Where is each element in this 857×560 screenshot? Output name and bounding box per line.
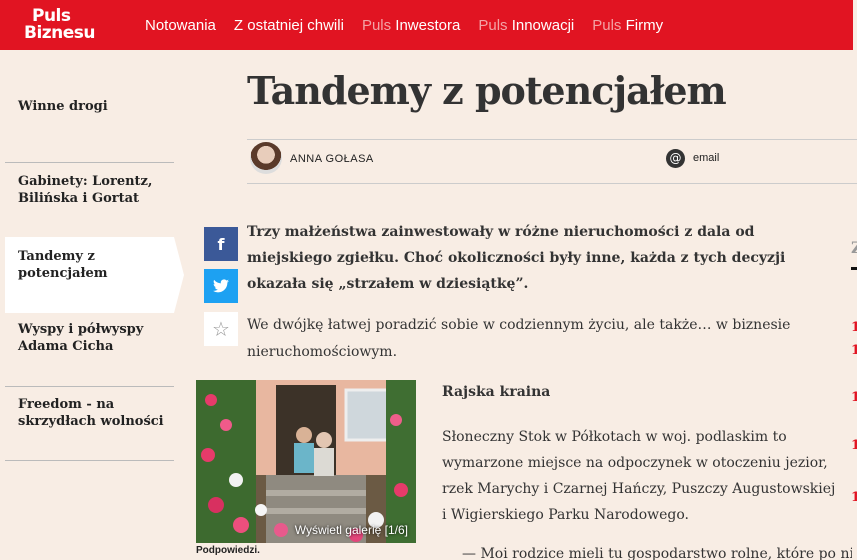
- author-avatar[interactable]: [250, 142, 282, 174]
- facebook-share-button[interactable]: f: [204, 227, 238, 261]
- article-paragraph: We dwójkę łatwej poradzić sobie w codzie…: [247, 317, 791, 360]
- article-series-sidebar: Winne drogi Gabinety: Lorentz, Bilińska …: [5, 50, 185, 560]
- twitter-share-button[interactable]: [204, 269, 238, 303]
- facebook-icon: f: [217, 234, 225, 254]
- right-column-number[interactable]: 1: [851, 490, 857, 505]
- nav-item-puls-inwestora[interactable]: Puls Inwestora: [362, 17, 460, 34]
- author-bar: ANNA GOŁASA @ email: [247, 139, 857, 184]
- right-column-number[interactable]: 1: [851, 343, 857, 358]
- article-lead: Trzy małżeństwa zainwestowały w różne ni…: [247, 224, 786, 292]
- gallery-photo[interactable]: Wyświetl galerię [1/6]: [196, 380, 416, 543]
- nav-label: Inwestora: [395, 16, 461, 34]
- sidebar-divider: [5, 460, 174, 461]
- twitter-icon: [213, 279, 229, 293]
- sidebar-item-freedom[interactable]: Freedom - na skrzydłach wolności: [5, 396, 174, 430]
- star-icon: ☆: [212, 317, 230, 341]
- nav-label: Innowacji: [511, 16, 575, 34]
- right-column-rule: [851, 267, 857, 270]
- article-paragraph: Słoneczny Stok w Półkotach w woj. podlas…: [442, 429, 836, 523]
- nav-item-notowania[interactable]: Notowania: [145, 17, 216, 34]
- sidebar-item-wyspy[interactable]: Wyspy i półwyspy Adama Cicha: [5, 321, 174, 355]
- nav-item-puls-firmy[interactable]: Puls Firmy: [592, 17, 663, 34]
- section-heading: Rajska kraina: [442, 384, 551, 400]
- logo-line2: Biznesu: [24, 23, 96, 43]
- nav-prefix: Puls: [592, 16, 622, 34]
- topbar-edge: [853, 0, 857, 50]
- sidebar-item-tandemy-active[interactable]: Tandemy z potencjałem: [5, 237, 184, 313]
- main-nav: Notowania Z ostatniej chwili Puls Inwest…: [145, 0, 681, 50]
- right-column-heading: Z: [851, 238, 857, 257]
- nav-item-z-ostatniej-chwili[interactable]: Z ostatniej chwili: [234, 17, 344, 34]
- gallery-photo-image: [196, 380, 416, 543]
- favorite-button[interactable]: ☆: [204, 312, 238, 346]
- sidebar-divider: [5, 386, 174, 387]
- right-column-number[interactable]: 1: [851, 390, 857, 405]
- sidebar-item-gabinety[interactable]: Gabinety: Lorentz, Bilińska i Gortat: [5, 173, 174, 207]
- top-navigation-bar: Puls Biznesu Notowania Z ostatniej chwil…: [0, 0, 857, 50]
- email-icon[interactable]: @: [666, 149, 685, 168]
- right-column-number[interactable]: 1: [851, 438, 857, 453]
- right-column-number[interactable]: 1: [851, 320, 857, 335]
- puls-biznesu-logo[interactable]: Puls Biznesu: [24, 6, 124, 44]
- nav-prefix: Puls: [478, 16, 508, 34]
- nav-label: Firmy: [625, 16, 664, 34]
- nav-item-puls-innowacji[interactable]: Puls Innowacji: [478, 17, 574, 34]
- article-paragraph: — Moi rodzice mieli tu gospodarstwo roln…: [462, 546, 852, 560]
- nav-prefix: Puls: [361, 16, 392, 34]
- page-title: Tandemy z potencjałem: [247, 68, 727, 113]
- sidebar-divider: [5, 162, 174, 163]
- photo-caption: Podpowiedzi.: [196, 545, 260, 556]
- view-gallery-label[interactable]: Wyświetl galerię [1/6]: [295, 523, 408, 537]
- sidebar-item-winne-drogi[interactable]: Winne drogi: [5, 98, 174, 115]
- email-link[interactable]: email: [693, 152, 719, 164]
- author-name[interactable]: ANNA GOŁASA: [290, 153, 374, 165]
